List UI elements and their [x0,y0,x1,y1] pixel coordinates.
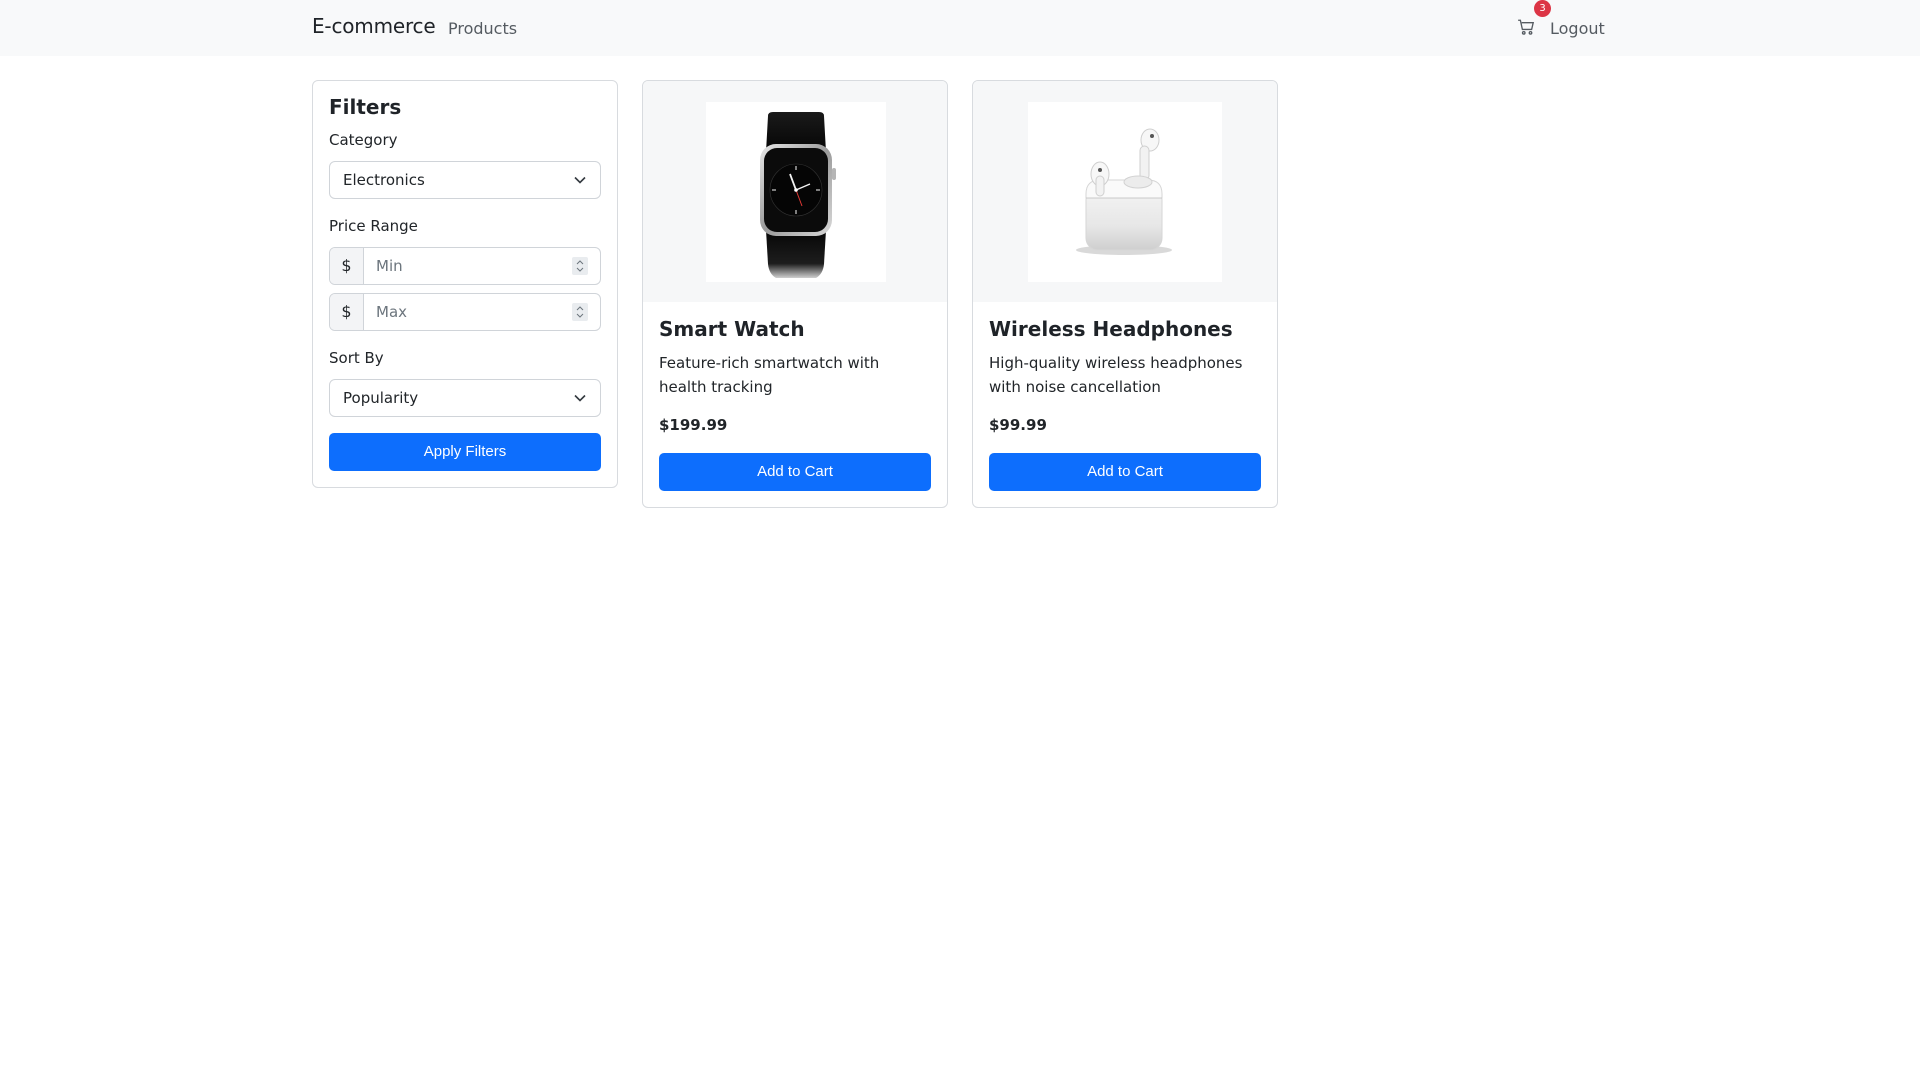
product-card: Smart Watch Feature-rich smartwatch with… [642,80,948,508]
cart-icon[interactable] [1517,18,1537,38]
sort-select[interactable]: Popularity [329,379,601,417]
chevron-down-icon [574,394,586,402]
min-price-group: $ [329,247,601,285]
category-selected-value: Electronics [343,171,425,189]
brand-link[interactable]: E-commerce [312,14,436,38]
max-price-input[interactable] [364,294,600,330]
dollar-addon: $ [330,248,364,284]
price-range-label: Price Range [329,217,418,235]
max-spinner-icon[interactable] [572,303,588,321]
logout-link[interactable]: Logout [1550,19,1605,38]
sort-by-label: Sort By [329,349,384,367]
dollar-addon: $ [330,294,364,330]
product-price: $199.99 [659,416,728,434]
chevron-down-icon [574,176,586,184]
filters-card: Filters Category Electronics Price Range… [312,80,618,488]
min-price-input[interactable] [364,248,600,284]
max-price-group: $ [329,293,601,331]
product-image-area [973,81,1277,302]
product-price: $99.99 [989,416,1047,434]
sort-selected-value: Popularity [343,389,419,407]
filters-title: Filters [329,95,402,119]
category-select[interactable]: Electronics [329,161,601,199]
min-spinner-icon[interactable] [572,257,588,275]
product-card: Wireless Headphones High-quality wireles… [972,80,1278,508]
product-description: Feature-rich smartwatch with health trac… [659,354,880,396]
nav-link-products[interactable]: Products [448,19,517,38]
category-label: Category [329,131,398,149]
add-to-cart-button[interactable]: Add to Cart [989,453,1261,491]
add-to-cart-button[interactable]: Add to Cart [659,453,931,491]
product-description: High-quality wireless headphones with no… [989,354,1243,396]
apply-filters-button[interactable]: Apply Filters [329,433,601,471]
cart-count-badge: 3 [1534,0,1551,17]
product-title[interactable]: Wireless Headphones [989,317,1233,341]
product-image-area [643,81,947,302]
top-navbar: E-commerce Products 3 Logout [0,0,1920,56]
earbuds-image [1028,102,1222,282]
smartwatch-image [706,102,886,282]
product-title[interactable]: Smart Watch [659,317,805,341]
